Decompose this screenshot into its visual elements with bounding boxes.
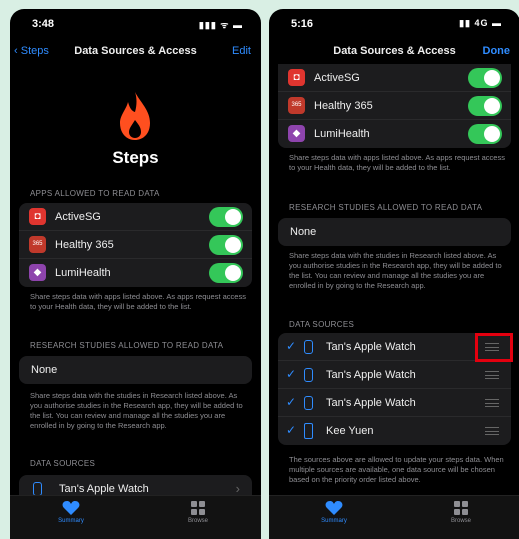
heart-icon <box>325 501 343 515</box>
research-section-label: RESEARCH STUDIES ALLOWED TO READ DATA <box>289 203 483 212</box>
app-label: Healthy 365 <box>55 239 114 251</box>
tab-summary-label: Summary <box>321 518 347 524</box>
lumihealth-icon: ◆ <box>288 125 305 142</box>
tab-summary[interactable]: Summary <box>299 500 369 524</box>
app-label: LumiHealth <box>314 128 370 140</box>
done-button[interactable]: Done <box>483 45 511 57</box>
source-label: Kee Yuen <box>326 425 374 437</box>
research-note: Share steps data with the studies in Res… <box>30 391 243 430</box>
tab-browse[interactable]: Browse <box>426 500 496 524</box>
nav-title: Data Sources & Access <box>74 45 197 57</box>
status-bar: 3:48 ▮▮▮ ᯤ ▬ <box>10 9 261 37</box>
app-label: LumiHealth <box>55 267 111 279</box>
status-time: 5:16 <box>291 18 314 30</box>
apps-list: ◘ ActiveSG 365 Healthy 365 ◆ LumiHealth <box>278 64 511 148</box>
nav-bar: Data Sources & Access Done <box>269 45 519 63</box>
research-list: None <box>278 218 511 246</box>
apps-note: Share steps data with apps listed above.… <box>30 292 246 311</box>
research-value: None <box>31 364 58 376</box>
tab-summary-label: Summary <box>58 518 84 524</box>
status-indicators: ▮▮ 4G ▬ <box>459 18 502 28</box>
app-row-activesg: ◘ ActiveSG <box>278 64 511 92</box>
apps-note: Share steps data with apps listed above.… <box>289 153 505 172</box>
heart-icon <box>62 501 80 515</box>
watch-icon <box>304 340 313 354</box>
app-label: Healthy 365 <box>314 100 373 112</box>
research-list: None <box>19 356 252 384</box>
tab-browse[interactable]: Browse <box>163 500 233 524</box>
research-note: Share steps data with the studies in Res… <box>289 251 502 290</box>
activesg-toggle[interactable] <box>209 207 243 227</box>
checkmark-icon: ✓ <box>286 367 297 381</box>
hero-title: Steps <box>112 148 159 167</box>
source-label: Tan's Apple Watch <box>326 341 416 353</box>
reorder-handle-icon[interactable] <box>485 399 499 407</box>
healthy365-icon: 365 <box>29 236 46 253</box>
phone-screen-left: 3:48 ▮▮▮ ᯤ ▬ ‹ Steps Data Sources & Acce… <box>10 9 261 539</box>
sources-section-label: DATA SOURCES <box>289 320 355 329</box>
tab-summary[interactable]: Summary <box>36 500 106 524</box>
grid-icon <box>454 501 468 515</box>
source-label: Tan's Apple Watch <box>326 397 416 409</box>
reorder-handle-icon[interactable] <box>485 427 499 435</box>
lumihealth-toggle[interactable] <box>468 124 502 144</box>
app-row-activesg: ◘ ActiveSG <box>19 203 252 231</box>
apps-section-label: APPS ALLOWED TO READ DATA <box>30 189 160 198</box>
lumihealth-toggle[interactable] <box>209 263 243 283</box>
sources-section-label: DATA SOURCES <box>30 459 96 468</box>
lumihealth-icon: ◆ <box>29 264 46 281</box>
watch-icon <box>304 368 313 382</box>
source-row[interactable]: ✓ Tan's Apple Watch <box>278 361 511 389</box>
checkmark-icon: ✓ <box>286 339 297 353</box>
activesg-icon: ◘ <box>29 208 46 225</box>
apps-list: ◘ ActiveSG 365 Healthy 365 ◆ LumiHealth <box>19 203 252 287</box>
grid-icon <box>191 501 205 515</box>
checkmark-icon: ✓ <box>286 395 297 409</box>
app-row-healthy365: 365 Healthy 365 <box>19 231 252 259</box>
activesg-icon: ◘ <box>288 69 305 86</box>
app-row-lumihealth: ◆ LumiHealth <box>19 259 252 287</box>
status-time: 3:48 <box>32 18 55 30</box>
reorder-handle-highlight <box>475 333 513 362</box>
chevron-right-icon: › <box>235 481 240 496</box>
nav-title: Data Sources & Access <box>333 45 456 57</box>
app-row-healthy365: 365 Healthy 365 <box>278 92 511 120</box>
tab-bar: Summary Browse <box>269 495 519 539</box>
tab-browse-label: Browse <box>450 518 471 524</box>
research-value: None <box>290 226 317 238</box>
healthy365-icon: 365 <box>288 97 305 114</box>
source-row[interactable]: ✓ Kee Yuen <box>278 417 511 445</box>
checkmark-icon: ✓ <box>286 423 297 437</box>
flame-icon <box>120 92 150 140</box>
watch-icon <box>33 482 42 496</box>
healthy365-toggle[interactable] <box>468 96 502 116</box>
sources-note: The sources above are allowed to update … <box>289 455 504 484</box>
status-indicators: ▮▮▮ ᯤ ▬ <box>198 20 243 30</box>
app-label: ActiveSG <box>314 72 360 84</box>
app-label: ActiveSG <box>55 211 101 223</box>
nav-bar: ‹ Steps Data Sources & Access Edit <box>10 45 261 63</box>
research-none-row: None <box>278 218 511 246</box>
phone-icon <box>304 423 313 439</box>
phone-screen-right: 5:16 ▮▮ 4G ▬ Data Sources & Access Done … <box>269 9 519 539</box>
reorder-handle-icon[interactable] <box>485 371 499 379</box>
source-label: Tan's Apple Watch <box>326 369 416 381</box>
healthy365-toggle[interactable] <box>209 235 243 255</box>
edit-button[interactable]: Edit <box>232 45 251 57</box>
watch-icon <box>304 396 313 410</box>
source-row[interactable]: ✓ Tan's Apple Watch <box>278 389 511 417</box>
activesg-toggle[interactable] <box>468 68 502 88</box>
source-label: Tan's Apple Watch <box>59 483 149 495</box>
tab-browse-label: Browse <box>187 518 208 524</box>
status-bar: 5:16 ▮▮ 4G ▬ <box>269 9 519 37</box>
app-row-lumihealth: ◆ LumiHealth <box>278 120 511 148</box>
research-none-row: None <box>19 356 252 384</box>
tab-bar: Summary Browse <box>10 495 261 539</box>
research-section-label: RESEARCH STUDIES ALLOWED TO READ DATA <box>30 341 224 350</box>
